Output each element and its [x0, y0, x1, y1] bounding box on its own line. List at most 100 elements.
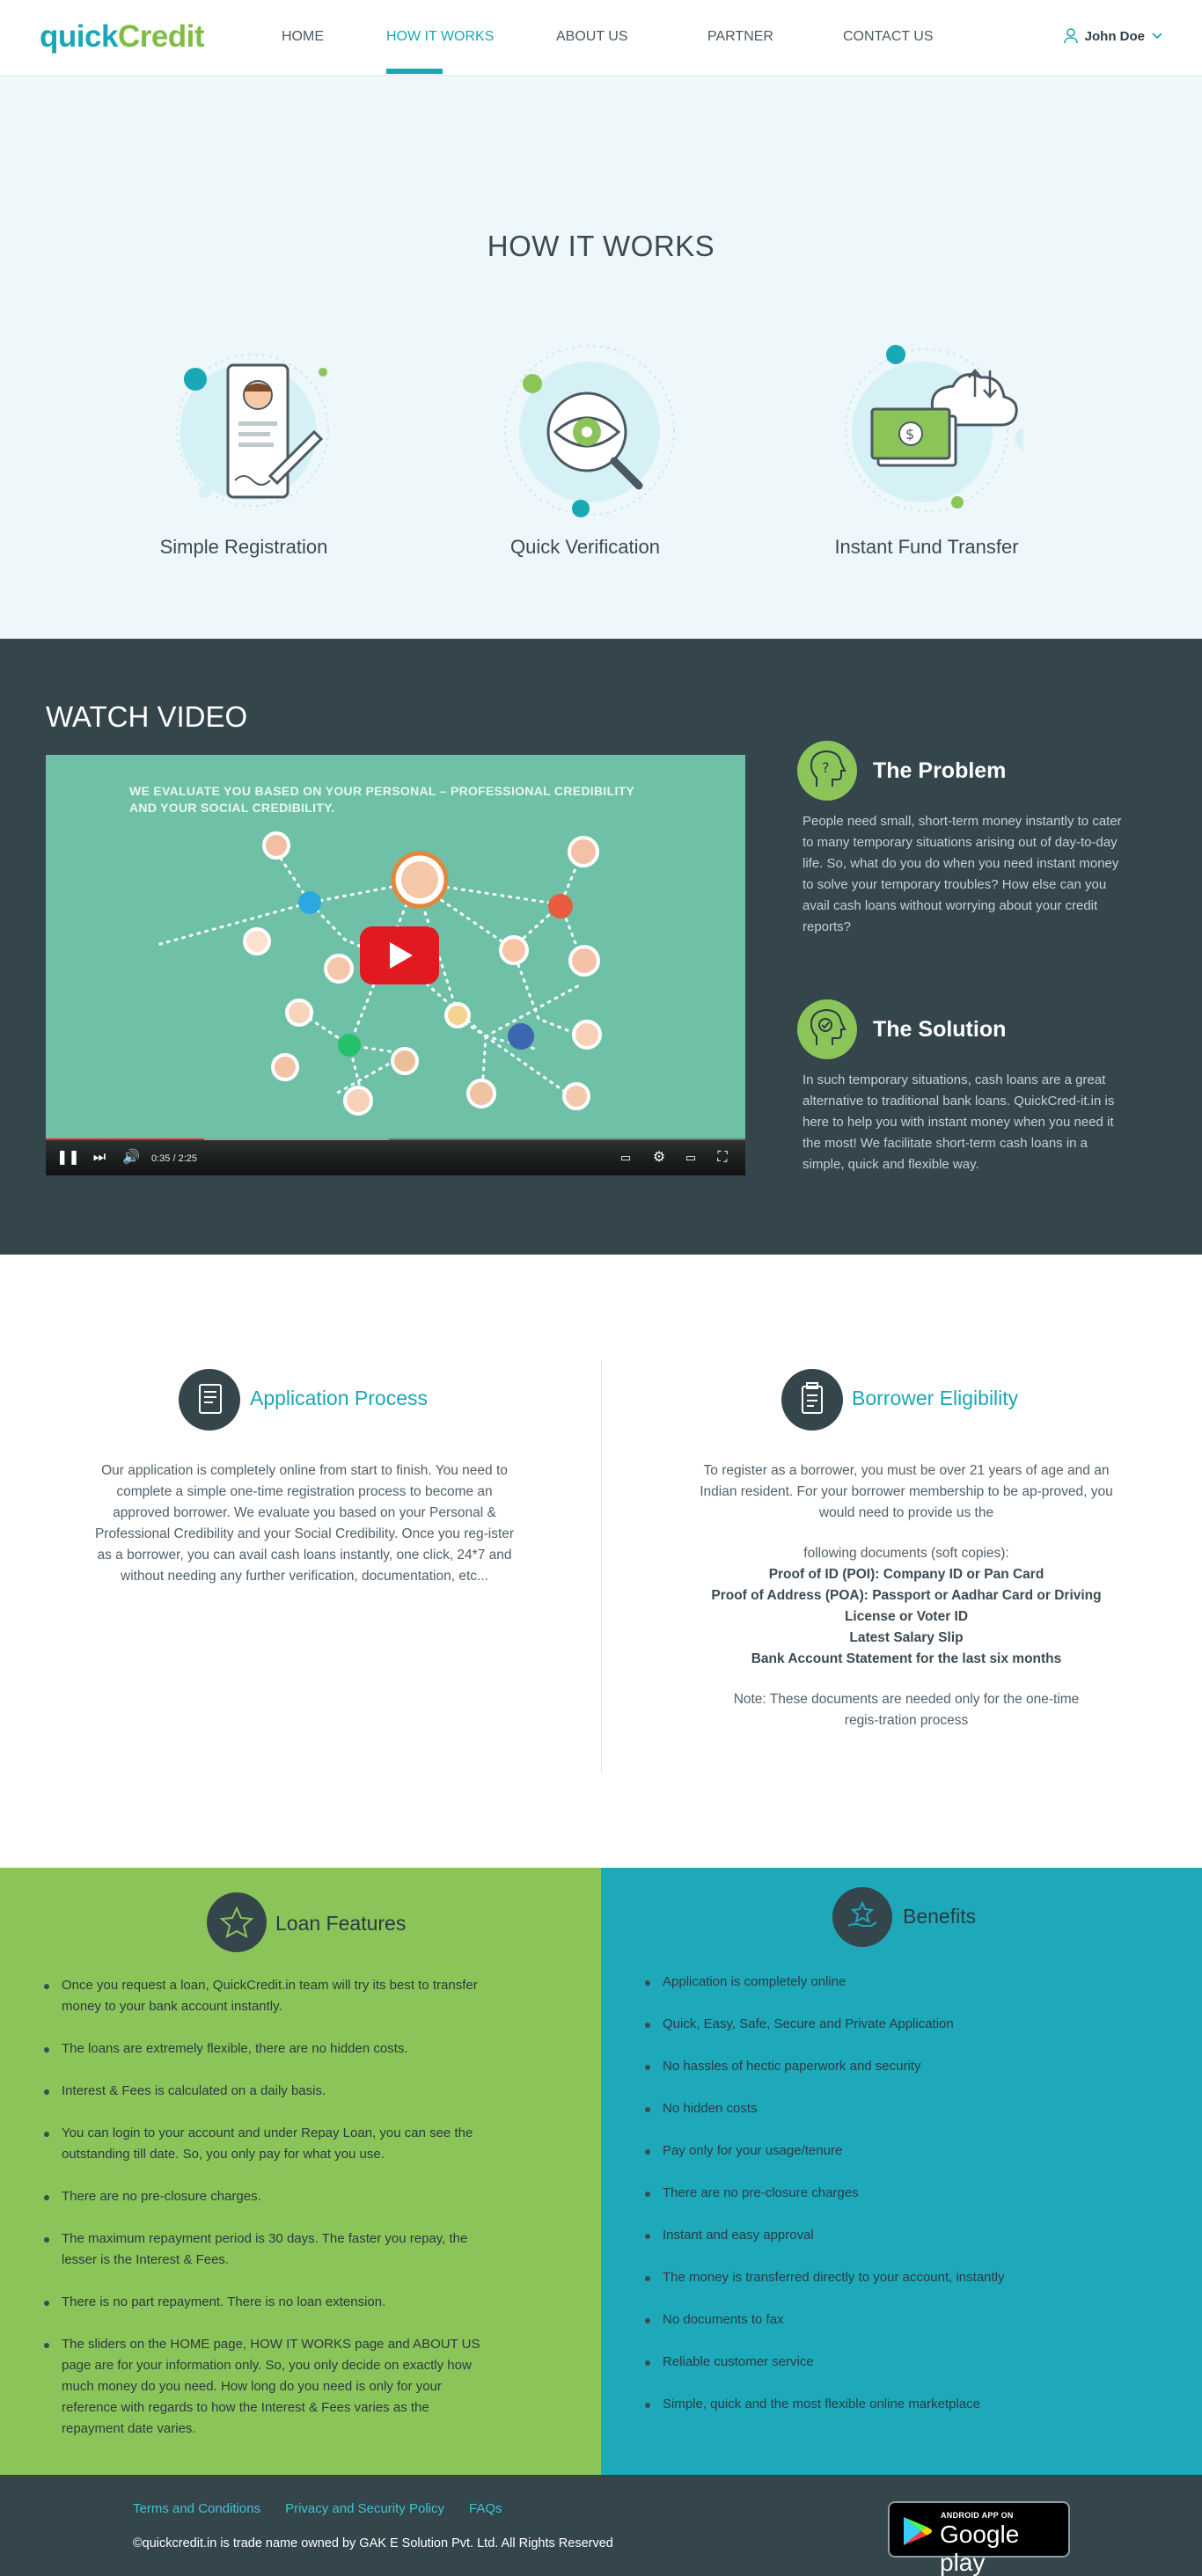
chevron-down-icon — [1152, 33, 1162, 40]
step-label-registration: Simple Registration — [159, 536, 328, 558]
application-process-heading: Application Process — [93, 1369, 516, 1431]
next-icon[interactable]: ⏭ — [90, 1149, 109, 1167]
document-item: Proof of Address (POA): Passport or Aadh… — [711, 1588, 1102, 1624]
user-menu[interactable]: John Doe — [1063, 28, 1162, 44]
user-icon — [1063, 28, 1078, 44]
hand-star-icon — [832, 1887, 892, 1947]
column-divider — [601, 1360, 602, 1774]
step-label-verification: Quick Verification — [510, 536, 660, 558]
faqs-link[interactable]: FAQs — [469, 2501, 502, 2516]
solution-title: The Solution — [873, 1017, 1007, 1042]
borrower-eligibility-title: Borrower Eligibility — [852, 1387, 1019, 1409]
head-question-icon: ? — [797, 741, 857, 801]
nav-how-it-works[interactable]: HOW IT WORKS — [386, 29, 494, 45]
logo-credit: Credit — [117, 19, 205, 54]
loan-features-list: Once you request a loan, QuickCredit.in … — [44, 1975, 493, 2461]
pause-icon[interactable]: ❚❚ — [56, 1149, 80, 1167]
nav-contact-us[interactable]: CONTACT US — [843, 29, 934, 45]
list-item: The sliders on the HOME page, HOW IT WOR… — [44, 2334, 493, 2440]
borrower-eligibility-heading: Borrower Eligibility — [695, 1369, 1118, 1431]
svg-text:?: ? — [822, 759, 830, 776]
document-item: Proof of ID (POI): Company ID or Pan Car… — [768, 1567, 1044, 1582]
logo-q: q — [40, 19, 58, 54]
list-item: Application is completely online — [645, 1972, 1138, 1993]
list-item: No hassles of hectic paperwork and secur… — [645, 2056, 1138, 2077]
list-item: There are no pre-closure charges — [645, 2183, 1138, 2204]
list-item: There are no pre-closure charges. — [44, 2186, 493, 2207]
list-item: No documents to fax — [645, 2309, 1138, 2331]
fund-transfer-illustration: $ — [830, 335, 1037, 529]
google-play-badge[interactable]: ANDROID APP ON Google play — [888, 2501, 1070, 2576]
list-item: The loans are extremely flexible, there … — [44, 2038, 493, 2060]
section-title: HOW IT WORKS — [487, 230, 715, 262]
documents-intro: following documents (soft copies): — [803, 1546, 1009, 1561]
list-item: The maximum repayment period is 30 days.… — [44, 2228, 493, 2271]
document-list: Proof of ID (POI): Company ID or Pan Car… — [695, 1564, 1118, 1670]
settings-gear-icon[interactable]: ⚙ — [649, 1149, 669, 1167]
benefits-title: Benefits — [903, 1905, 977, 1928]
problem-title: The Problem — [873, 758, 1007, 783]
problem-text: People need small, short-term money inst… — [803, 814, 1122, 934]
application-process-title: Application Process — [250, 1387, 428, 1409]
nav-about-us[interactable]: ABOUT US — [556, 29, 628, 45]
borrower-intro: To register as a borrower, you must be o… — [700, 1463, 1113, 1520]
captions-icon[interactable]: ▭ — [616, 1149, 635, 1167]
step-verification: Quick Verification — [471, 335, 700, 559]
play-store-icon — [904, 2517, 932, 2545]
solution-text: In such temporary situations, cash loans… — [803, 1072, 1115, 1172]
footer: Terms and Conditions Privacy and Securit… — [0, 2475, 1202, 2576]
document-icon — [179, 1369, 240, 1431]
step-fund-transfer: $ Instant Fund Transfer — [812, 335, 1041, 559]
borrower-eligibility-text: To register as a borrower, you must be o… — [695, 1460, 1118, 1731]
video-player[interactable]: WE EVALUATE YOU BASED ON YOUR PERSONAL –… — [46, 755, 745, 1175]
list-item: You can login to your account and under … — [44, 2123, 493, 2165]
list-item: The money is transferred directly to you… — [645, 2267, 1138, 2288]
list-item: Once you request a loan, QuickCredit.in … — [44, 1975, 493, 2017]
svg-text:$: $ — [905, 426, 914, 443]
list-item: Quick, Easy, Safe, Secure and Private Ap… — [645, 2014, 1138, 2035]
active-nav-indicator — [386, 69, 443, 74]
video-section-title: WATCH VIDEO — [46, 700, 248, 733]
borrower-eligibility-column: Borrower Eligibility To register as a bo… — [695, 1369, 1118, 1731]
document-item: Bank Account Statement for the last six … — [751, 1651, 1062, 1666]
video-time: 0:35 / 2:25 — [151, 1153, 197, 1164]
list-item: Simple, quick and the most flexible onli… — [645, 2394, 1138, 2415]
star-icon — [207, 1892, 267, 1952]
list-item: Instant and easy approval — [645, 2225, 1138, 2246]
head-check-icon — [797, 999, 857, 1059]
volume-icon[interactable]: 🔊 — [121, 1149, 141, 1167]
store-large-text: Google play — [940, 2521, 1020, 2576]
theater-mode-icon[interactable]: ▭ — [681, 1149, 700, 1167]
list-item: Reliable customer service — [645, 2352, 1138, 2373]
step-registration: Simple Registration — [129, 335, 358, 559]
store-small-text: ANDROID APP ON — [941, 2511, 1014, 2520]
verification-illustration — [488, 335, 692, 529]
document-item: Latest Salary Slip — [849, 1630, 964, 1645]
footer-links: Terms and Conditions Privacy and Securit… — [133, 2501, 502, 2516]
benefits-panel: Benefits Application is completely onlin… — [601, 1868, 1202, 2475]
borrower-note: Note: These documents are needed only fo… — [733, 1692, 1080, 1728]
benefits-list: Application is completely online Quick, … — [645, 1972, 1138, 2436]
application-process-column: Application Process Our application is c… — [93, 1369, 516, 1587]
logo-uick: uick — [57, 19, 119, 54]
copyright-text: ©quickcredit.in is trade name owned by G… — [133, 2536, 613, 2550]
play-button[interactable] — [360, 926, 439, 984]
clipboard-icon — [781, 1369, 843, 1431]
privacy-link[interactable]: Privacy and Security Policy — [285, 2501, 444, 2516]
step-label-fund-transfer: Instant Fund Transfer — [834, 536, 1019, 558]
how-it-works-section: HOW IT WORKS Simple Registration Quick V… — [0, 76, 1202, 639]
page: quickCredit HOME HOW IT WORKS ABOUT US P… — [0, 0, 1202, 2576]
nav-partner[interactable]: PARTNER — [707, 29, 773, 45]
loan-features-panel: Loan Features Once you request a loan, Q… — [0, 1868, 601, 2475]
logo[interactable]: quickCredit — [40, 19, 205, 55]
loan-features-title: Loan Features — [275, 1912, 407, 1935]
nav-home[interactable]: HOME — [282, 29, 324, 45]
list-item: Interest & Fees is calculated on a daily… — [44, 2081, 493, 2102]
terms-link[interactable]: Terms and Conditions — [133, 2501, 260, 2516]
list-item: There is no part repayment. There is no … — [44, 2292, 493, 2313]
registration-illustration — [147, 335, 341, 529]
process-eligibility-section: Application Process Our application is c… — [0, 1255, 1202, 1868]
top-header: quickCredit HOME HOW IT WORKS ABOUT US P… — [0, 0, 1202, 76]
watch-video-section: WATCH VIDEO WE EVALUATE YOU BASED ON YOU… — [0, 639, 1202, 1255]
fullscreen-icon[interactable]: ⛶ — [713, 1149, 732, 1167]
